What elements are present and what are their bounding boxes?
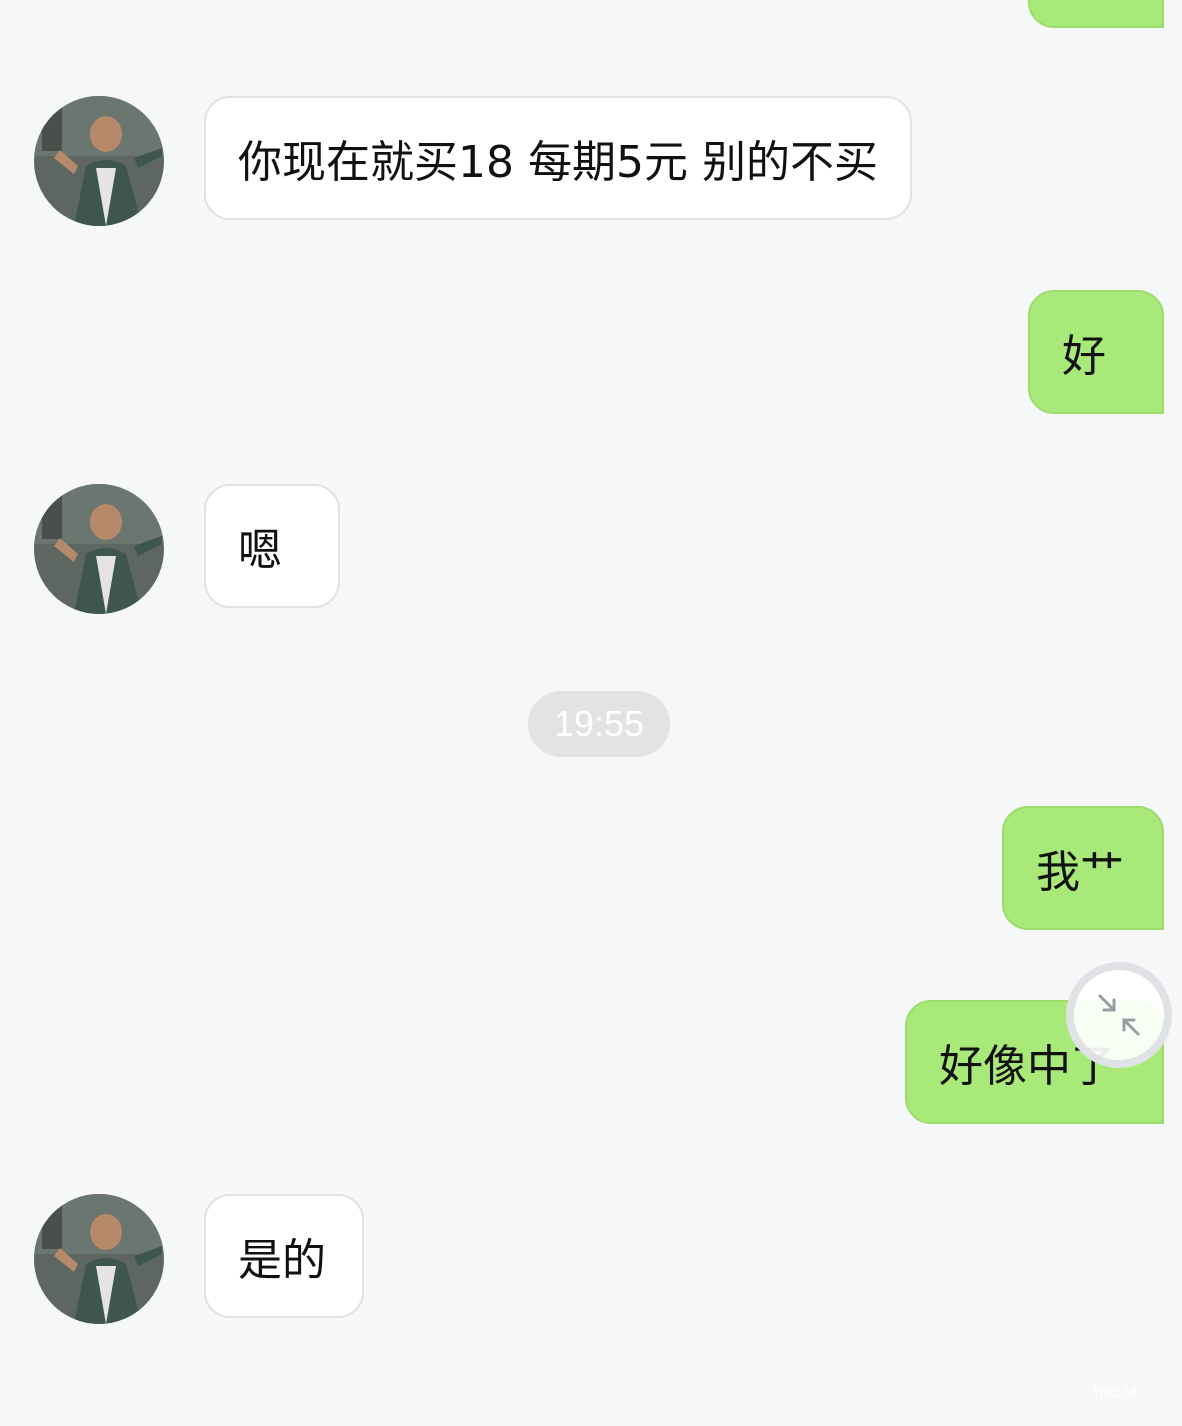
message-bubble-incoming[interactable]: 嗯 — [204, 484, 340, 608]
contact-avatar[interactable] — [34, 484, 164, 614]
avatar-photo-icon — [34, 96, 164, 226]
floating-collapse-button[interactable] — [1066, 962, 1172, 1068]
message-text: 我艹 — [1036, 847, 1124, 898]
message-bubble-outgoing[interactable]: 好 — [1028, 290, 1164, 414]
message-text: 嗯 — [238, 525, 282, 576]
watermark: hdz.bf — [1094, 1384, 1138, 1402]
message-bubble-incoming[interactable]: 你现在就买18 每期5元 别的不买 — [204, 96, 912, 220]
avatar-photo-icon — [34, 1194, 164, 1324]
message-bubble-incoming[interactable]: 是的 — [204, 1194, 364, 1318]
watermark-text: hdz.bf — [1094, 1384, 1138, 1401]
message-text: 是的 — [238, 1235, 326, 1286]
message-bubble-outgoing[interactable]: 我艹 — [1002, 806, 1164, 930]
avatar-photo-icon — [34, 484, 164, 614]
message-text: 好 — [1062, 331, 1106, 382]
timestamp-pill: 19:55 — [528, 691, 670, 757]
timestamp-text: 19:55 — [553, 703, 645, 744]
contact-avatar[interactable] — [34, 96, 164, 226]
message-text: 你现在就买18 每期5元 别的不买 — [238, 137, 878, 188]
message-bubble-outgoing-partial[interactable] — [1028, 0, 1164, 28]
collapse-arrows-icon — [1098, 994, 1140, 1036]
contact-avatar[interactable] — [34, 1194, 164, 1324]
